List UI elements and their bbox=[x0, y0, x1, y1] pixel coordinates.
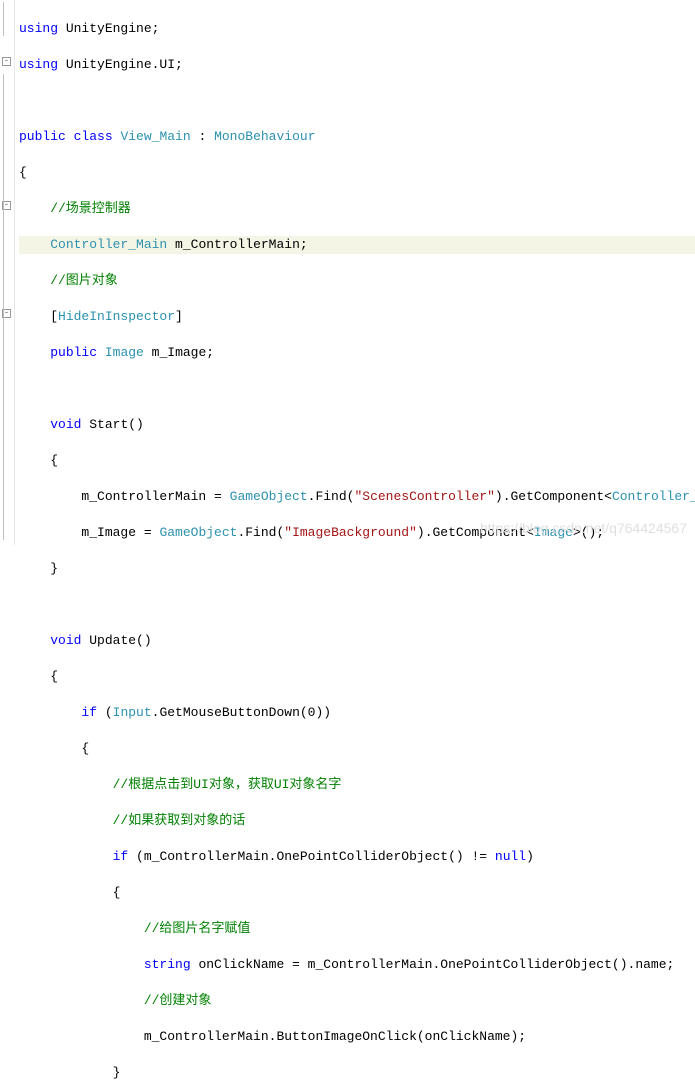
code-text: ).GetComponent< bbox=[417, 525, 534, 540]
code-line[interactable]: { bbox=[19, 452, 695, 470]
brace: { bbox=[19, 453, 58, 468]
attribute: HideInInspector bbox=[58, 309, 175, 324]
fold-toggle[interactable]: - bbox=[2, 57, 11, 66]
code-line[interactable] bbox=[19, 596, 695, 614]
code-line[interactable]: void Update() bbox=[19, 632, 695, 650]
comment: //给图片名字赋值 bbox=[19, 921, 250, 936]
indent bbox=[19, 705, 81, 720]
code-line[interactable]: //给图片名字赋值 bbox=[19, 920, 695, 938]
keyword: void bbox=[50, 417, 81, 432]
code-text: Update() bbox=[81, 633, 151, 648]
code-line[interactable]: [HideInInspector] bbox=[19, 308, 695, 326]
indent bbox=[19, 417, 50, 432]
indent bbox=[19, 633, 50, 648]
brace: { bbox=[19, 885, 120, 900]
code-area[interactable]: using UnityEngine; using UnityEngine.UI;… bbox=[15, 0, 695, 545]
comment: //创建对象 bbox=[19, 993, 211, 1008]
brace: } bbox=[19, 1065, 120, 1080]
class-name: Image bbox=[534, 525, 573, 540]
code-line[interactable]: if (m_ControllerMain.OnePointColliderObj… bbox=[19, 848, 695, 866]
code-text: m_ControllerMain; bbox=[167, 237, 307, 252]
brace: { bbox=[19, 741, 89, 756]
code-text: >(); bbox=[573, 525, 604, 540]
comment: //如果获取到对象的话 bbox=[19, 813, 245, 828]
code-line[interactable]: public class View_Main : MonoBehaviour bbox=[19, 128, 695, 146]
class-name: Image bbox=[105, 345, 144, 360]
code-line[interactable]: m_Image = GameObject.Find("ImageBackgrou… bbox=[19, 524, 695, 542]
code-text: m_Image = bbox=[19, 525, 159, 540]
class-name: GameObject bbox=[230, 489, 308, 504]
code-line[interactable]: if (Input.GetMouseButtonDown(0)) bbox=[19, 704, 695, 722]
class-name: Input bbox=[113, 705, 152, 720]
code-line[interactable]: void Start() bbox=[19, 416, 695, 434]
code-text: Start() bbox=[81, 417, 143, 432]
class-name: GameObject bbox=[159, 525, 237, 540]
code-text: m_ControllerMain.ButtonImageOnClick(onCl… bbox=[19, 1029, 526, 1044]
keyword: null bbox=[495, 849, 526, 864]
code-line[interactable]: { bbox=[19, 740, 695, 758]
fold-gutter: - - - bbox=[0, 0, 15, 545]
keyword: public bbox=[19, 129, 66, 144]
code-line[interactable]: } bbox=[19, 560, 695, 578]
code-text: ] bbox=[175, 309, 183, 324]
code-text: (m_ControllerMain.OnePointColliderObject… bbox=[128, 849, 495, 864]
code-text: : bbox=[191, 129, 214, 144]
code-text: m_Image; bbox=[144, 345, 214, 360]
class-name: MonoBehaviour bbox=[214, 129, 315, 144]
code-line[interactable]: } bbox=[19, 1064, 695, 1082]
comment: //图片对象 bbox=[19, 273, 118, 288]
keyword: if bbox=[113, 849, 129, 864]
indent bbox=[19, 237, 50, 252]
code-line[interactable]: using UnityEngine.UI; bbox=[19, 56, 695, 74]
code-text: .Find( bbox=[237, 525, 284, 540]
code-text: ( bbox=[97, 705, 113, 720]
brace: } bbox=[19, 561, 58, 576]
code-line[interactable]: { bbox=[19, 668, 695, 686]
string: "ImageBackground" bbox=[284, 525, 417, 540]
keyword: class bbox=[74, 129, 113, 144]
code-text: m_ControllerMain = bbox=[19, 489, 230, 504]
code-editor[interactable]: - - - using UnityEngine; using UnityEngi… bbox=[0, 0, 695, 545]
code-line[interactable]: m_ControllerMain.ButtonImageOnClick(onCl… bbox=[19, 1028, 695, 1046]
brace: { bbox=[19, 669, 58, 684]
keyword: public bbox=[50, 345, 97, 360]
keyword: void bbox=[50, 633, 81, 648]
keyword: using bbox=[19, 57, 58, 72]
code-line[interactable]: //根据点击到UI对象，获取UI对象名字 bbox=[19, 776, 695, 794]
code-line[interactable]: { bbox=[19, 884, 695, 902]
code-line[interactable]: public Image m_Image; bbox=[19, 344, 695, 362]
code-line[interactable] bbox=[19, 380, 695, 398]
code-line[interactable] bbox=[19, 92, 695, 110]
indent bbox=[19, 345, 50, 360]
indent bbox=[19, 957, 144, 972]
code-line[interactable]: //创建对象 bbox=[19, 992, 695, 1010]
code-text: .GetMouseButtonDown(0)) bbox=[152, 705, 331, 720]
code-text: onClickName = m_ControllerMain.OnePointC… bbox=[191, 957, 675, 972]
code-text: .Find( bbox=[308, 489, 355, 504]
comment: //根据点击到UI对象，获取UI对象名字 bbox=[19, 777, 341, 792]
keyword: if bbox=[81, 705, 97, 720]
indent: [ bbox=[19, 309, 58, 324]
code-line[interactable]: //场景控制器 bbox=[19, 200, 695, 218]
code-line[interactable]: string onClickName = m_ControllerMain.On… bbox=[19, 956, 695, 974]
comment: //场景控制器 bbox=[19, 201, 131, 216]
brace: { bbox=[19, 165, 27, 180]
class-name: View_Main bbox=[120, 129, 190, 144]
string: "ScenesController" bbox=[354, 489, 494, 504]
keyword: using bbox=[19, 21, 58, 36]
class-name: Controller_Main bbox=[50, 237, 167, 252]
code-line[interactable]: //如果获取到对象的话 bbox=[19, 812, 695, 830]
code-line[interactable]: { bbox=[19, 164, 695, 182]
code-text: ).GetComponent< bbox=[495, 489, 612, 504]
class-name: Controller_Main bbox=[612, 489, 695, 504]
code-line[interactable]: //图片对象 bbox=[19, 272, 695, 290]
code-text: UnityEngine; bbox=[58, 21, 159, 36]
code-text: UnityEngine.UI; bbox=[58, 57, 183, 72]
indent bbox=[19, 849, 113, 864]
code-line-highlighted[interactable]: Controller_Main m_ControllerMain; bbox=[19, 236, 695, 254]
keyword: string bbox=[144, 957, 191, 972]
code-line[interactable]: using UnityEngine; bbox=[19, 20, 695, 38]
code-text: ) bbox=[526, 849, 534, 864]
code-line[interactable]: m_ControllerMain = GameObject.Find("Scen… bbox=[19, 488, 695, 506]
